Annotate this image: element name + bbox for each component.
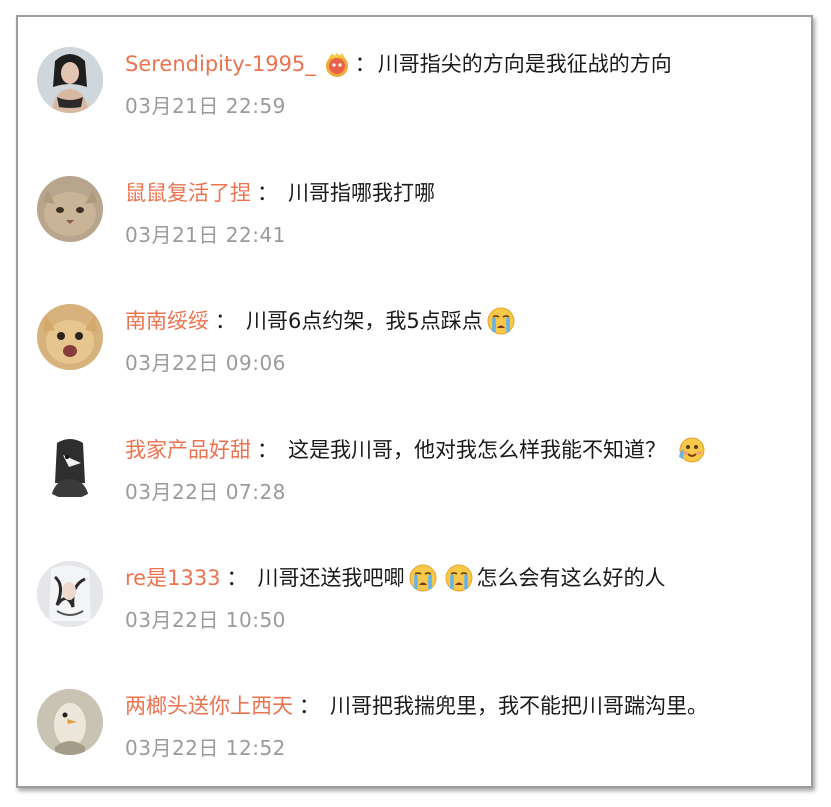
comment-line: 鼠鼠复活了捏 ： 川哥指哪我打哪 bbox=[125, 178, 435, 208]
timestamp: 03月21日 22:59 bbox=[125, 94, 286, 118]
comment-item: Serendipity-1995_ ： 川哥指尖的方向是我征战的方向 03月21… bbox=[18, 45, 808, 145]
comment-line: Serendipity-1995_ ： 川哥指尖的方向是我征战的方向 bbox=[125, 49, 672, 79]
comment-text: 怎么会有这么好的人 bbox=[476, 566, 666, 590]
avatar[interactable] bbox=[37, 176, 103, 242]
comment-text: 川哥把我揣兜里，我不能把川哥踹沟里。 bbox=[330, 694, 708, 718]
avatar[interactable] bbox=[37, 304, 103, 370]
comment-text: 川哥指尖的方向是我征战的方向 bbox=[377, 52, 672, 76]
username-link[interactable]: 我家产品好甜 bbox=[125, 435, 251, 465]
username-link[interactable]: re是1333 bbox=[125, 563, 221, 593]
avatar[interactable] bbox=[37, 47, 103, 113]
comment-list: Serendipity-1995_ ： 川哥指尖的方向是我征战的方向 03月21… bbox=[16, 15, 813, 788]
comment-line: 我家产品好甜 ： 这是我川哥，他对我怎么样我能不知道？ bbox=[125, 435, 709, 465]
comment-text: 这是我川哥，他对我怎么样我能不知道？ bbox=[288, 438, 666, 462]
avatar[interactable] bbox=[37, 689, 103, 755]
comment-text: 川哥指哪我打哪 bbox=[288, 181, 435, 205]
crying-face-icon bbox=[444, 563, 474, 593]
comment-item: 鼠鼠复活了捏 ： 川哥指哪我打哪 03月21日 22:41 bbox=[18, 174, 808, 274]
separator: ： bbox=[215, 309, 236, 333]
separator: ： bbox=[354, 52, 376, 76]
comment-text: 川哥还送我吧唧 bbox=[257, 566, 405, 590]
username-link[interactable]: Serendipity-1995_ bbox=[125, 49, 316, 79]
timestamp: 03月22日 07:28 bbox=[125, 480, 286, 504]
comment-item: 我家产品好甜 ： 这是我川哥，他对我怎么样我能不知道？ 03月22日 07:28 bbox=[18, 431, 808, 531]
comment-line: re是1333 ： 川哥还送我吧唧 怎么会有这么好的人 bbox=[125, 563, 666, 593]
smirking-face-icon bbox=[676, 435, 706, 465]
avatar[interactable] bbox=[37, 433, 103, 499]
timestamp: 03月22日 10:50 bbox=[125, 608, 286, 632]
comment-line: 两榔头送你上西天 ： 川哥把我揣兜里，我不能把川哥踹沟里。 bbox=[125, 691, 708, 721]
separator: ： bbox=[226, 566, 248, 590]
avatar[interactable] bbox=[37, 561, 103, 627]
timestamp: 03月21日 22:41 bbox=[125, 223, 286, 247]
username-link[interactable]: 鼠鼠复活了捏 bbox=[125, 178, 251, 208]
crying-face-icon bbox=[486, 306, 516, 336]
separator: ： bbox=[299, 694, 320, 718]
comment-item: 南南绥绥 ： 川哥6点约架，我5点踩点 03月22日 09:06 bbox=[18, 302, 808, 402]
comment-item: re是1333 ： 川哥还送我吧唧 怎么会有这么好的人 03月22日 10:50 bbox=[18, 559, 808, 659]
comment-text: 川哥6点约架，我5点踩点 bbox=[246, 309, 483, 333]
timestamp: 03月22日 12:52 bbox=[125, 736, 286, 760]
separator: ： bbox=[257, 181, 278, 205]
separator: ： bbox=[257, 438, 278, 462]
username-link[interactable]: 南南绥绥 bbox=[125, 306, 209, 336]
comment-item: 两榔头送你上西天 ： 川哥把我揣兜里，我不能把川哥踹沟里。 03月22日 12:… bbox=[18, 687, 808, 787]
comment-line: 南南绥绥 ： 川哥6点约架，我5点踩点 bbox=[125, 306, 519, 336]
crown-badge-icon bbox=[322, 49, 352, 79]
crying-face-icon bbox=[408, 563, 438, 593]
timestamp: 03月22日 09:06 bbox=[125, 351, 286, 375]
username-link[interactable]: 两榔头送你上西天 bbox=[125, 691, 293, 721]
